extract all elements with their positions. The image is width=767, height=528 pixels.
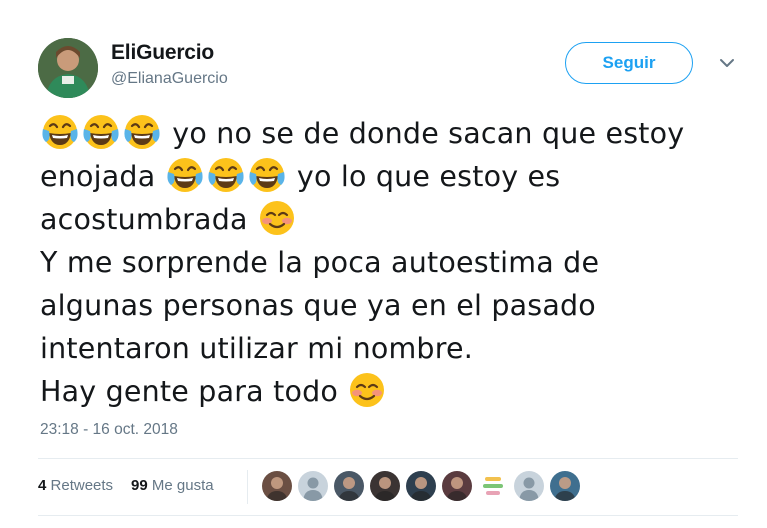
liker-avatar[interactable]: [262, 471, 292, 501]
tweet-text-segment: acostumbrada: [40, 203, 257, 236]
avatar[interactable]: [38, 38, 98, 98]
follow-button[interactable]: Seguir: [565, 42, 693, 84]
face-with-tears-of-joy-icon: [40, 112, 80, 152]
divider: [38, 458, 738, 459]
face-with-tears-of-joy-icon: [247, 155, 287, 195]
face-with-tears-of-joy-icon: [122, 112, 162, 152]
liker-avatar[interactable]: [442, 471, 472, 501]
divider: [38, 515, 738, 516]
liker-avatar[interactable]: [370, 471, 400, 501]
tweet-text-segment: Y me sorprende la poca autoestima de: [40, 246, 600, 279]
liker-avatar[interactable]: [514, 471, 544, 501]
stats-separator: [247, 470, 248, 504]
tweet-stats: 4 Retweets 99 Me gusta: [38, 477, 214, 494]
likes-count: 99: [131, 477, 148, 494]
tweet-text-segment: Hay gente para todo: [40, 375, 348, 408]
tweet-text-segment: yo lo que estoy es: [287, 160, 561, 193]
user-handle[interactable]: @ElianaGuercio: [111, 70, 228, 88]
tweet-text-segment: yo no se de donde sacan que estoy: [163, 117, 685, 150]
tweet-text-line: intentaron utilizar mi nombre.: [40, 327, 750, 370]
tweet-text-segment: intentaron utilizar mi nombre.: [40, 332, 474, 365]
tweet-text-line: yo no se de donde sacan que estoy: [40, 112, 750, 155]
liker-avatar[interactable]: [406, 471, 436, 501]
tweet-timestamp[interactable]: 23:18 - 16 oct. 2018: [40, 421, 178, 439]
tweet-text-line: enojada yo lo que estoy es: [40, 155, 750, 198]
retweets-count: 4: [38, 477, 47, 494]
smiling-face-with-blush-icon: [347, 370, 387, 410]
liker-avatar[interactable]: [334, 471, 364, 501]
liker-avatar[interactable]: [550, 471, 580, 501]
liker-avatar[interactable]: [478, 471, 508, 501]
retweets-stat[interactable]: 4 Retweets: [38, 477, 113, 494]
face-with-tears-of-joy-icon: [206, 155, 246, 195]
chevron-down-icon[interactable]: [719, 56, 735, 68]
tweet-text-line: algunas personas que ya en el pasado: [40, 284, 750, 327]
smiling-face-with-blush-icon: [257, 198, 297, 238]
face-with-tears-of-joy-icon: [165, 155, 205, 195]
liker-avatar[interactable]: [298, 471, 328, 501]
likes-label: Me gusta: [151, 477, 214, 494]
tweet-text-segment: enojada: [40, 160, 165, 193]
likers-row: [262, 471, 580, 501]
tweet-text-segment: algunas personas que ya en el pasado: [40, 289, 596, 322]
tweet-text-line: Y me sorprende la poca autoestima de: [40, 241, 750, 284]
tweet-text-line: Hay gente para todo: [40, 370, 750, 413]
display-name[interactable]: EliGuercio: [111, 41, 214, 65]
tweet-text: yo no se de donde sacan que estoy enojada…: [40, 112, 750, 413]
tweet-text-line: acostumbrada: [40, 198, 750, 241]
retweets-label: Retweets: [50, 477, 114, 494]
face-with-tears-of-joy-icon: [81, 112, 121, 152]
tweet-card: EliGuercio @ElianaGuercio Seguir yo no s…: [0, 0, 767, 528]
likes-stat[interactable]: 99 Me gusta: [131, 477, 214, 494]
